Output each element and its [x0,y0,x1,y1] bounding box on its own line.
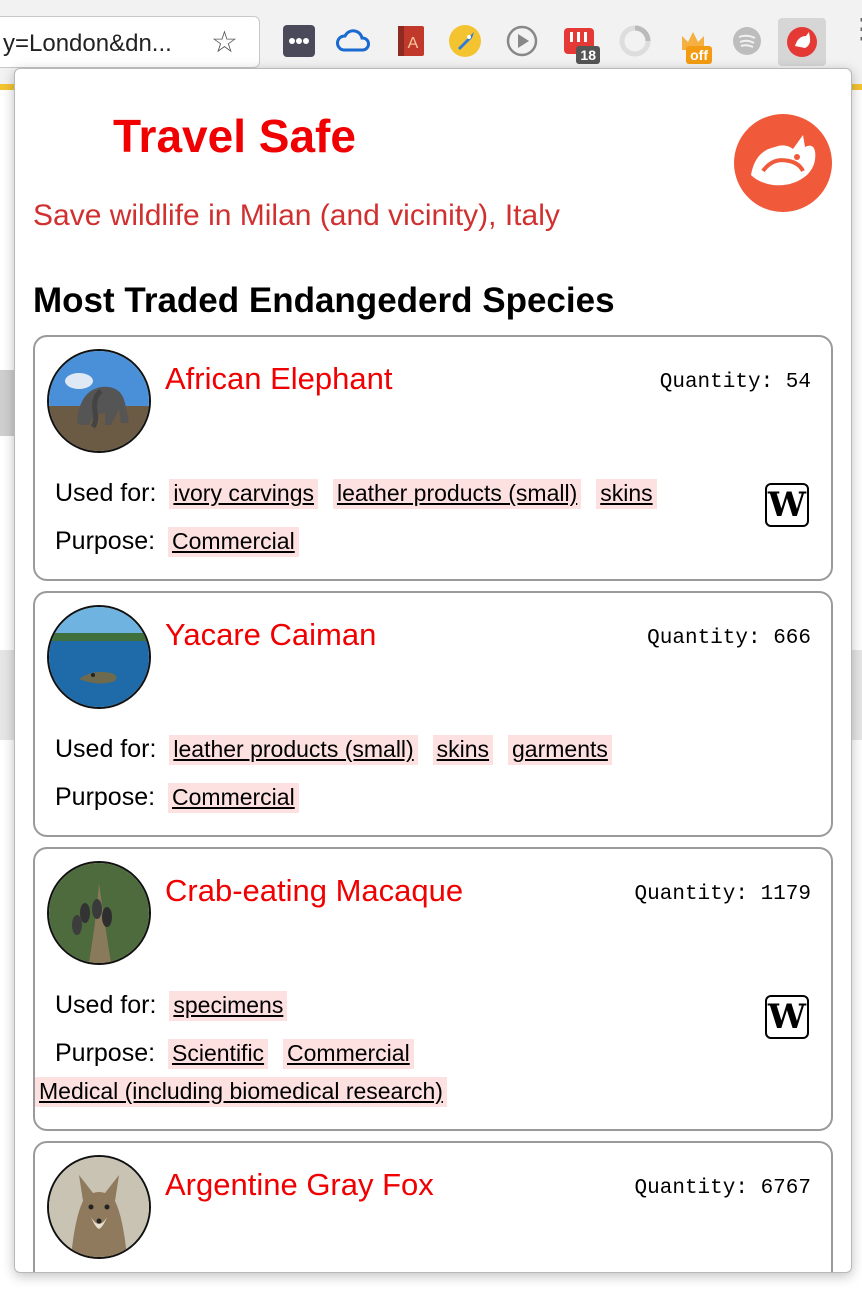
svg-text:A: A [408,35,419,52]
species-quantity: Quantity: 1179 [635,883,811,906]
background-page-block [852,650,862,740]
quantity-label: Quantity: [634,1177,748,1200]
calendar-badge: 18 [576,46,600,64]
used-for-row: Used for: leather products (small) skins… [55,735,620,765]
quantity-value: 54 [785,371,811,394]
purpose-tag[interactable]: Medical (including biomedical research) [35,1077,447,1107]
species-photo [47,1155,151,1259]
background-page-block [0,650,14,740]
address-bar[interactable]: y=London&dn... ☆ [0,16,260,68]
species-photo [47,861,151,965]
quantity-value: 1179 [760,883,811,906]
species-photo [47,349,151,453]
play-extension-icon[interactable] [505,24,539,58]
rhino-logo-icon [733,113,833,213]
species-name: African Elephant [165,361,393,396]
background-page-block [0,370,14,436]
species-photo [47,605,151,709]
species-card: Argentine Gray Fox Quantity: 6767 [33,1141,833,1272]
used-for-row: Used for: ivory carvings leather product… [55,479,665,509]
browser-menu-icon[interactable]: ⋮ [848,15,862,43]
wikipedia-link-icon[interactable]: W [765,483,809,527]
dots-extension-icon[interactable] [282,24,316,58]
purpose-tag[interactable]: Commercial [168,527,299,557]
purpose-label: Purpose: [55,783,156,811]
species-name: Argentine Gray Fox [165,1167,434,1202]
purpose-tag[interactable]: Scientific [168,1039,269,1069]
travel-safe-popup: Travel Safe Save wildlife in Milan (and … [14,68,852,1273]
power-extension-icon[interactable]: off [676,24,712,64]
use-tag[interactable]: specimens [169,991,288,1021]
app-title: Travel Safe [113,110,356,162]
quantity-label: Quantity: [659,371,774,394]
book-extension-icon[interactable]: A [394,24,428,58]
species-quantity: Quantity: 666 [647,627,811,650]
species-card: Yacare Caiman Quantity: 666 Used for: le… [33,591,833,837]
cloud-extension-icon[interactable] [336,24,370,58]
wikipedia-link-icon[interactable]: W [765,995,809,1039]
use-tag[interactable]: garments [508,735,612,765]
address-bar-text: y=London&dn... [3,30,172,57]
species-card: Crab-eating Macaque Quantity: 1179 Used … [33,847,833,1131]
purpose-row: Purpose: Commercial [55,783,307,813]
species-name: Crab-eating Macaque [165,873,464,908]
spotify-extension-icon[interactable] [730,24,764,58]
loading-extension-icon[interactable] [618,24,652,58]
quantity-value: 6767 [760,1177,811,1200]
purpose-row: Purpose: Scientific Commercial [55,1039,422,1069]
location-subtitle: Save wildlife in Milan (and vicinity), I… [33,199,560,232]
use-tag[interactable]: skins [596,479,657,509]
purpose-row: Purpose: Commercial [55,527,307,557]
purpose-row-continued: Medical (including biomedical research) [35,1077,455,1107]
calendar-extension-icon[interactable]: 18 [562,24,600,64]
quantity-label: Quantity: [647,627,761,650]
use-tag[interactable]: leather products (small) [332,479,582,509]
purpose-tag[interactable]: Commercial [283,1039,414,1069]
use-tag[interactable]: leather products (small) [169,735,418,765]
use-tag[interactable]: ivory carvings [169,479,318,509]
used-for-label: Used for: [55,991,157,1019]
species-card: African Elephant Quantity: 54 Used for: … [33,335,833,581]
use-tag[interactable]: skins [432,735,494,765]
species-name: Yacare Caiman [165,617,377,652]
species-quantity: Quantity: 6767 [635,1177,811,1200]
bookmark-star-icon[interactable]: ☆ [211,25,238,60]
quantity-label: Quantity: [634,883,748,906]
used-for-label: Used for: [55,479,157,507]
power-badge: off [686,46,712,64]
quantity-value: 666 [773,627,811,650]
purpose-label: Purpose: [55,527,156,555]
used-for-row: Used for: specimens [55,991,295,1021]
rocket-extension-icon[interactable] [448,24,482,58]
section-heading: Most Traded Endangederd Species [33,281,615,320]
species-quantity: Quantity: 54 [660,371,811,394]
used-for-label: Used for: [55,735,157,763]
purpose-label: Purpose: [55,1039,156,1067]
travel-safe-extension-button[interactable] [778,18,826,66]
purpose-tag[interactable]: Commercial [168,783,299,813]
